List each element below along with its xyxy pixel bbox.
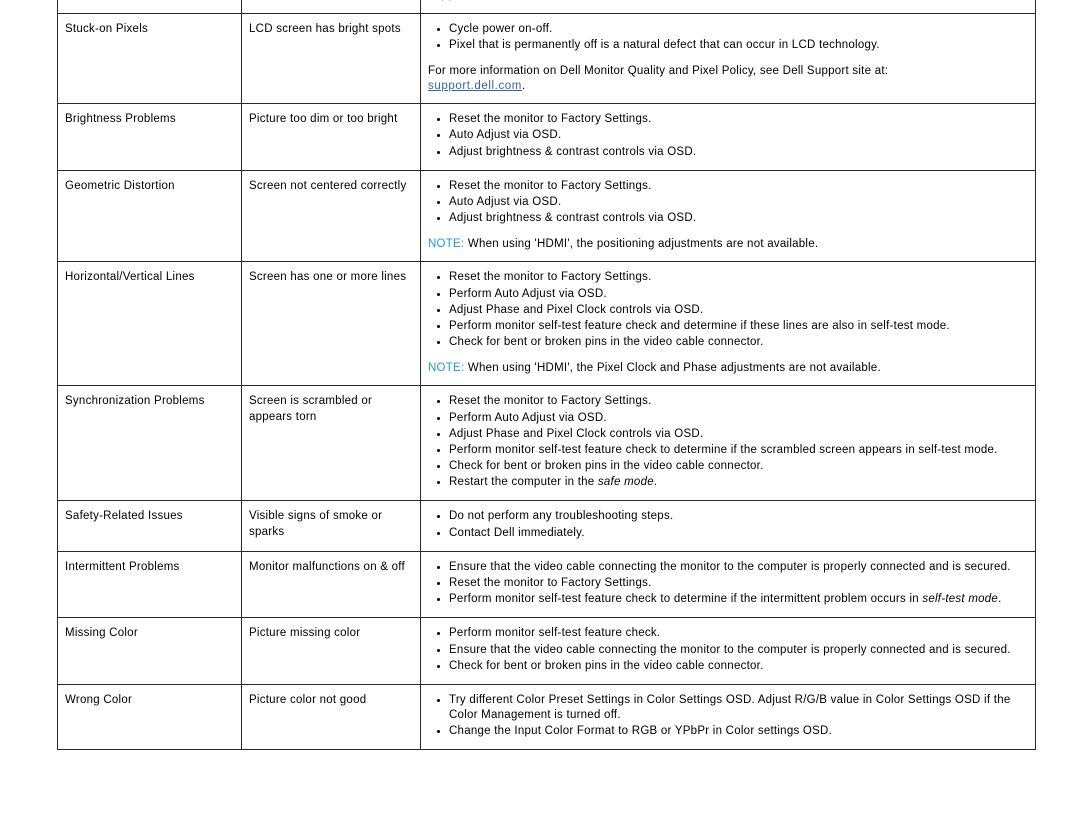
solution-item: Try different Color Preset Settings in C… [449, 693, 1028, 723]
dell-support-link[interactable]: support.dell.com [428, 0, 522, 1]
experience-cell [241, 0, 421, 14]
solution-item: Reset the monitor to Factory Settings. [449, 394, 1028, 409]
solution-list: Ensure that the video cable connecting t… [428, 560, 1028, 608]
info-paragraph: For more information on Dell Monitor Qua… [428, 64, 889, 93]
table-row: Pixel that is permanently off is a natur… [57, 0, 1036, 14]
solution-item: Ensure that the video cable connecting t… [449, 643, 1028, 658]
table-row: Stuck-on Pixels LCD screen has bright spo… [57, 12, 1036, 105]
solution-item: Perform monitor self-test feature check … [449, 319, 1028, 334]
symptom-cell: Safety-Related Issues [57, 500, 242, 552]
solution-item: Check for bent or broken pins in the vid… [449, 459, 1028, 474]
table-body: Pixel that is permanently off is a natur… [57, 0, 1036, 751]
solution-item: Check for bent or broken pins in the vid… [449, 335, 1028, 350]
solution-item: Perform monitor self-test feature check. [449, 626, 1028, 641]
solutions-cell: Ensure that the video cable connecting t… [420, 550, 1036, 619]
solution-item: Check for bent or broken pins in the vid… [449, 659, 1028, 674]
table-row: Intermittent Problems Monitor malfunction… [57, 550, 1036, 619]
solutions-cell: Reset the monitor to Factory Settings.Au… [420, 169, 1036, 263]
symptom-cell: Stuck-on Pixels [57, 12, 242, 105]
solution-item: Change the Input Color Format to RGB or … [449, 724, 1028, 739]
experience-cell: Screen is scrambled or appears torn [241, 385, 421, 502]
troubleshooting-table: Pixel that is permanently off is a natur… [57, 0, 1036, 751]
experience-cell: Screen not centered correctly [241, 169, 421, 263]
solution-item: Adjust brightness & contrast controls vi… [449, 145, 1028, 160]
italic-phrase: safe mode [597, 476, 654, 489]
solution-item: Contact Dell immediately. [449, 526, 1028, 541]
note-label: NOTE: [428, 238, 465, 251]
solution-list: Try different Color Preset Settings in C… [428, 693, 1028, 740]
solution-list: Cycle power on-off.Pixel that is permane… [428, 22, 1028, 53]
symptom-cell: Horizontal/Vertical Lines [57, 261, 242, 387]
table-row: Geometric Distortion Screen not centered … [57, 169, 1036, 263]
solution-list: Reset the monitor to Factory Settings. Pe… [428, 394, 1028, 490]
solution-item: Perform monitor self-test feature check … [449, 443, 1028, 458]
table-row: Wrong ColorPicture color not good Try dif… [57, 683, 1036, 751]
document-page: Pixel that is permanently off is a natur… [0, 0, 1080, 834]
table-row: Safety-Related Issues Visible signs of sm… [57, 500, 1036, 552]
solution-list: Perform monitor self-test feature check.… [428, 626, 1028, 674]
symptom-cell: Brightness Problems [57, 103, 242, 171]
note-label: NOTE: [428, 362, 465, 375]
solutions-cell: Perform monitor self-test feature check.… [420, 617, 1036, 685]
solution-item: Cycle power on-off. [449, 22, 1028, 37]
solutions-cell: Try different Color Preset Settings in C… [420, 683, 1036, 751]
experience-cell: Visible signs of smoke or sparks [241, 500, 421, 552]
symptom-cell: Synchronization Problems [57, 385, 242, 502]
solution-item: Adjust Phase and Pixel Clock controls vi… [449, 303, 1028, 318]
solutions-cell: Reset the monitor to Factory Settings. Pe… [420, 261, 1036, 387]
solution-item: Adjust Phase and Pixel Clock controls vi… [449, 427, 1028, 442]
solution-item: Reset the monitor to Factory Settings. [449, 112, 1028, 127]
solutions-cell: Pixel that is permanently off is a natur… [420, 0, 1036, 14]
solution-item: Reset the monitor to Factory Settings. [449, 576, 1028, 591]
solution-item: Perform monitor self-test feature check … [449, 592, 1028, 607]
experience-cell: Picture too dim or too bright [241, 103, 421, 171]
experience-cell: Picture missing color [241, 617, 421, 685]
solution-item: Ensure that the video cable connecting t… [449, 560, 1028, 575]
experience-cell: LCD screen has bright spots [241, 12, 421, 105]
solutions-cell: Reset the monitor to Factory Settings. Pe… [420, 385, 1036, 502]
solutions-cell: Reset the monitor to Factory Settings.Au… [420, 103, 1036, 171]
experience-cell: Screen has one or more lines [241, 261, 421, 387]
table-row: Missing ColorPicture missing colorPerfor… [57, 617, 1036, 685]
solutions-cell: Do not perform any troubleshooting steps… [420, 500, 1036, 552]
symptom-cell: Missing Color [57, 617, 242, 685]
solutions-cell: Cycle power on-off.Pixel that is permane… [420, 12, 1036, 105]
note-paragraph: NOTE: When using 'HDMI', the Pixel Clock… [428, 362, 881, 375]
italic-phrase: self-test mode [922, 593, 999, 606]
symptom-cell: Intermittent Problems [57, 550, 242, 619]
solution-item: Auto Adjust via OSD. [449, 195, 1028, 210]
table-row: Synchronization Problems Screen is scramb… [57, 385, 1036, 502]
solution-item: Restart the computer in the safe mode. [449, 475, 1028, 490]
symptom-cell: Geometric Distortion [57, 169, 242, 263]
dell-support-link[interactable]: support.dell.com [428, 80, 522, 92]
solution-item: Reset the monitor to Factory Settings. [449, 270, 1028, 285]
symptom-cell [57, 0, 242, 14]
solution-list: Reset the monitor to Factory Settings. Pe… [428, 270, 1028, 350]
table-row: Horizontal/Vertical Lines Screen has one … [57, 261, 1036, 387]
experience-cell: Monitor malfunctions on & off [241, 550, 421, 619]
note-paragraph: NOTE: When using 'HDMI', the positioning… [428, 238, 819, 251]
solution-list: Do not perform any troubleshooting steps… [428, 509, 1028, 540]
solution-item: Reset the monitor to Factory Settings. [449, 179, 1028, 194]
solution-list: Reset the monitor to Factory Settings.Au… [428, 112, 1028, 160]
solution-list: Reset the monitor to Factory Settings.Au… [428, 179, 1028, 227]
solution-item: Adjust brightness & contrast controls vi… [449, 211, 1028, 226]
solution-item: Auto Adjust via OSD. [449, 128, 1028, 143]
solution-item: Perform Auto Adjust via OSD. [449, 287, 1028, 302]
experience-cell: Picture color not good [241, 683, 421, 751]
table-row: Brightness Problems Picture too dim or to… [57, 103, 1036, 171]
solution-item: Pixel that is permanently off is a natur… [449, 38, 1028, 53]
solution-item: Do not perform any troubleshooting steps… [449, 509, 1028, 524]
info-paragraph: For more information on Dell Monitor Qua… [428, 0, 1028, 4]
symptom-cell: Wrong Color [57, 683, 242, 751]
solution-item: Perform Auto Adjust via OSD. [449, 411, 1028, 426]
